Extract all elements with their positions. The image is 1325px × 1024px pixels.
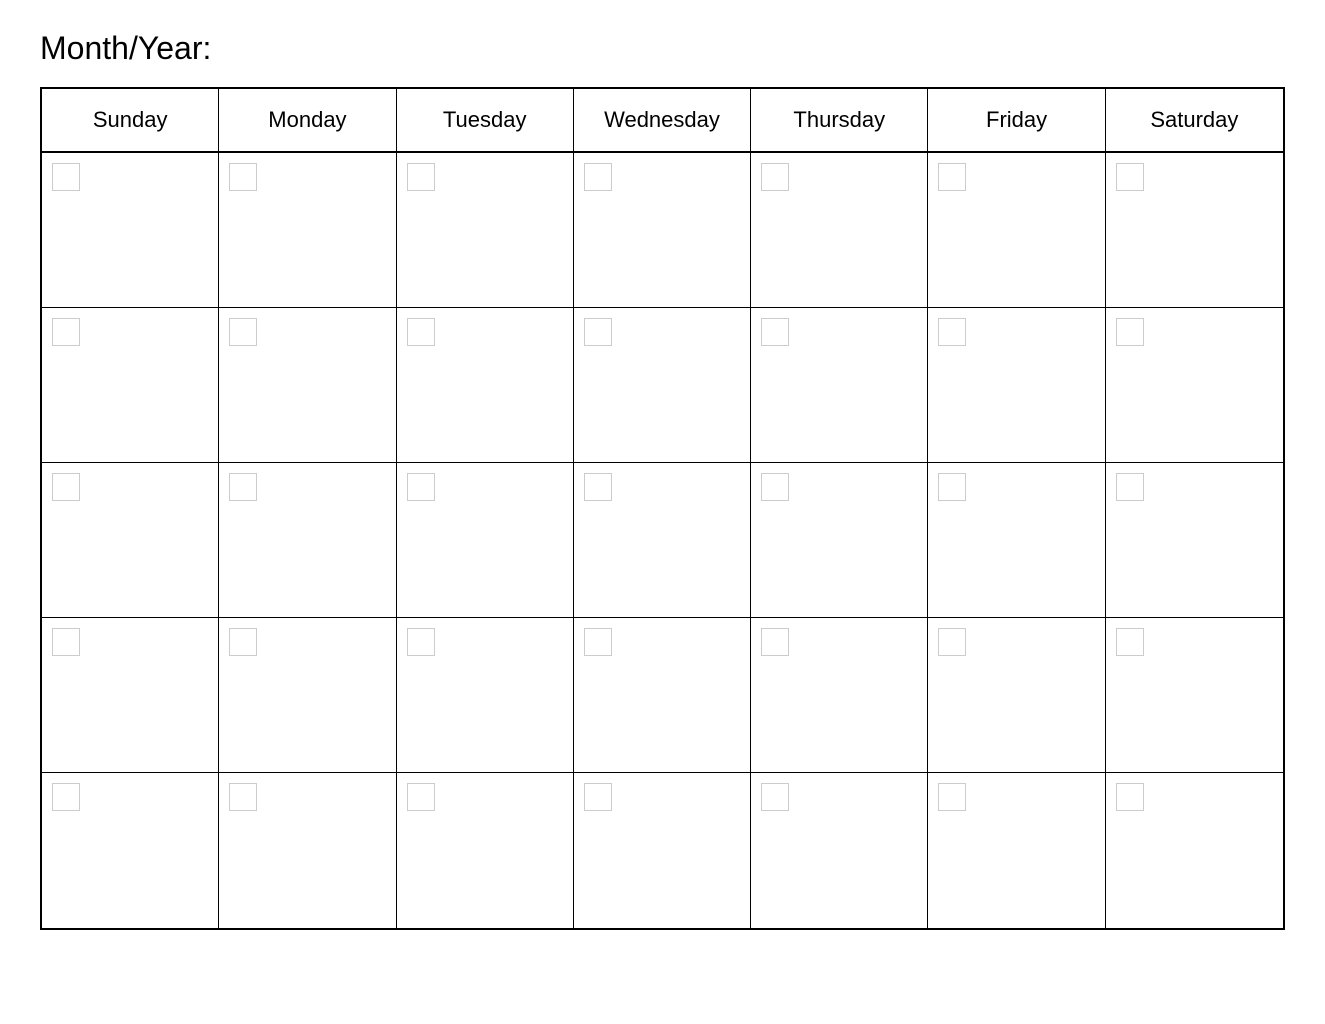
- calendar-cell[interactable]: [751, 773, 928, 928]
- day-header-thursday: Thursday: [751, 89, 928, 151]
- date-box: [52, 473, 80, 501]
- calendar-cell[interactable]: [751, 463, 928, 617]
- calendar-row: [42, 618, 1283, 773]
- calendar-cell[interactable]: [574, 463, 751, 617]
- date-box: [407, 473, 435, 501]
- date-box: [938, 783, 966, 811]
- date-box: [938, 163, 966, 191]
- date-box: [1116, 783, 1144, 811]
- calendar-row: [42, 308, 1283, 463]
- date-box: [52, 628, 80, 656]
- date-box: [229, 628, 257, 656]
- calendar-cell[interactable]: [1106, 153, 1283, 307]
- date-box: [1116, 163, 1144, 191]
- calendar-cell[interactable]: [397, 463, 574, 617]
- calendar-cell[interactable]: [574, 153, 751, 307]
- date-box: [1116, 628, 1144, 656]
- calendar-cell[interactable]: [1106, 308, 1283, 462]
- date-box: [938, 473, 966, 501]
- date-box: [1116, 473, 1144, 501]
- date-box: [584, 318, 612, 346]
- calendar-cell[interactable]: [928, 463, 1105, 617]
- calendar-cell[interactable]: [928, 153, 1105, 307]
- calendar-cell[interactable]: [42, 463, 219, 617]
- calendar-cell[interactable]: [397, 618, 574, 772]
- date-box: [407, 163, 435, 191]
- day-header-sunday: Sunday: [42, 89, 219, 151]
- calendar-cell[interactable]: [219, 153, 396, 307]
- date-box: [761, 473, 789, 501]
- calendar-cell[interactable]: [751, 618, 928, 772]
- calendar-grid: Sunday Monday Tuesday Wednesday Thursday…: [40, 87, 1285, 930]
- date-box: [229, 163, 257, 191]
- day-header-wednesday: Wednesday: [574, 89, 751, 151]
- calendar-cell[interactable]: [928, 308, 1105, 462]
- calendar-cell[interactable]: [751, 153, 928, 307]
- calendar-cell[interactable]: [397, 773, 574, 928]
- day-header-saturday: Saturday: [1106, 89, 1283, 151]
- calendar-cell[interactable]: [574, 618, 751, 772]
- date-box: [407, 318, 435, 346]
- date-box: [938, 318, 966, 346]
- calendar-cell[interactable]: [1106, 463, 1283, 617]
- date-box: [761, 318, 789, 346]
- date-box: [52, 318, 80, 346]
- date-box: [761, 783, 789, 811]
- calendar-cell[interactable]: [42, 153, 219, 307]
- calendar-cell[interactable]: [42, 618, 219, 772]
- calendar-cell[interactable]: [219, 618, 396, 772]
- calendar-cell[interactable]: [574, 773, 751, 928]
- date-box: [229, 783, 257, 811]
- calendar-body: [42, 153, 1283, 928]
- date-box: [584, 783, 612, 811]
- calendar-cell[interactable]: [751, 308, 928, 462]
- calendar-row: [42, 463, 1283, 618]
- date-box: [584, 163, 612, 191]
- day-header-monday: Monday: [219, 89, 396, 151]
- date-box: [1116, 318, 1144, 346]
- page-title: Month/Year:: [40, 30, 1285, 67]
- calendar-cell[interactable]: [42, 773, 219, 928]
- calendar-row: [42, 773, 1283, 928]
- calendar-cell[interactable]: [574, 308, 751, 462]
- date-box: [938, 628, 966, 656]
- calendar-cell[interactable]: [1106, 618, 1283, 772]
- date-box: [52, 783, 80, 811]
- date-box: [229, 318, 257, 346]
- calendar-cell[interactable]: [397, 153, 574, 307]
- date-box: [407, 783, 435, 811]
- calendar-cell[interactable]: [397, 308, 574, 462]
- date-box: [229, 473, 257, 501]
- calendar-row: [42, 153, 1283, 308]
- day-header-tuesday: Tuesday: [397, 89, 574, 151]
- calendar-cell[interactable]: [219, 773, 396, 928]
- date-box: [761, 163, 789, 191]
- calendar-cell[interactable]: [928, 773, 1105, 928]
- calendar-cell[interactable]: [219, 308, 396, 462]
- date-box: [407, 628, 435, 656]
- calendar-header: Sunday Monday Tuesday Wednesday Thursday…: [42, 89, 1283, 153]
- calendar-cell[interactable]: [928, 618, 1105, 772]
- day-header-friday: Friday: [928, 89, 1105, 151]
- calendar-cell[interactable]: [1106, 773, 1283, 928]
- date-box: [584, 473, 612, 501]
- date-box: [584, 628, 612, 656]
- date-box: [761, 628, 789, 656]
- calendar-cell[interactable]: [219, 463, 396, 617]
- date-box: [52, 163, 80, 191]
- calendar-cell[interactable]: [42, 308, 219, 462]
